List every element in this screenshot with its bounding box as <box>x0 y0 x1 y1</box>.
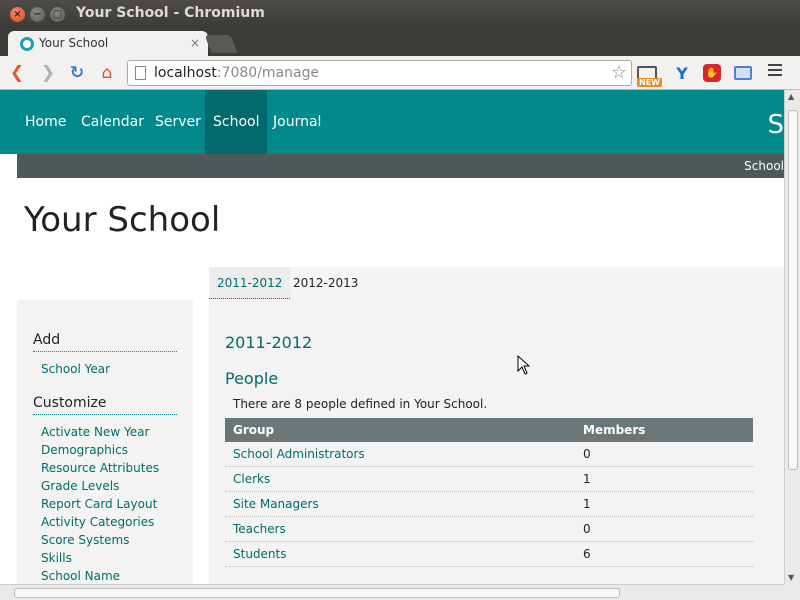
close-tab-icon[interactable]: × <box>190 36 200 50</box>
page-icon <box>135 66 146 80</box>
reload-icon[interactable]: ↻ <box>66 62 88 84</box>
tab-strip: Your School × <box>0 28 800 57</box>
new-badge: NEW <box>637 78 662 87</box>
column-header-members: Members <box>583 423 646 437</box>
table-row: Teachers 0 <box>225 517 753 542</box>
new-extension-icon[interactable]: NEW <box>637 63 662 87</box>
year-heading: 2011-2012 <box>225 333 313 352</box>
sidebar-item-school-name[interactable]: School Name <box>41 569 120 583</box>
sidebar-item-resource-attributes[interactable]: Resource Attributes <box>41 461 159 475</box>
group-link[interactable]: Students <box>233 547 287 561</box>
new-tab-button[interactable] <box>204 35 238 53</box>
address-bar[interactable]: localhost:7080/manage ☆ <box>127 60 632 86</box>
stop-extension-icon[interactable]: ✋ <box>702 63 722 83</box>
tab-2012-2013[interactable]: 2012-2013 <box>285 267 366 299</box>
nav-journal[interactable]: Journal <box>265 90 329 154</box>
menu-icon[interactable] <box>768 64 782 79</box>
back-arrow-icon[interactable]: ❮ <box>6 62 28 84</box>
people-table: Group Members School Administrators 0 Cl… <box>225 418 753 567</box>
window-titlebar: × − □ Your School - Chromium <box>0 0 800 28</box>
people-description: There are 8 people defined in Your Schoo… <box>233 397 488 411</box>
subbar-text[interactable]: School <box>744 159 784 173</box>
url-text: localhost:7080/manage <box>154 65 319 81</box>
horizontal-scroll-thumb[interactable] <box>14 588 620 598</box>
group-link[interactable]: Teachers <box>233 522 286 536</box>
favicon-icon <box>20 37 34 51</box>
group-link[interactable]: Clerks <box>233 472 270 486</box>
horizontal-scrollbar[interactable] <box>0 584 784 600</box>
member-count: 6 <box>583 547 591 561</box>
tab-2011-2012[interactable]: 2011-2012 <box>209 267 291 299</box>
sidebar-item-grade-levels[interactable]: Grade Levels <box>41 479 119 493</box>
page-title: Your School <box>24 200 221 240</box>
group-link[interactable]: Site Managers <box>233 497 319 511</box>
window-title: Your School - Chromium <box>76 5 265 21</box>
vertical-scrollbar[interactable]: ▲ ▼ <box>784 90 800 584</box>
mouse-cursor-icon <box>517 355 531 375</box>
forward-arrow-icon[interactable]: ❯ <box>37 62 59 84</box>
sidebar-item-school-year[interactable]: School Year <box>41 362 110 376</box>
main-content: 2011-2012 People There are 8 people defi… <box>209 299 784 584</box>
table-row: Site Managers 1 <box>225 492 753 517</box>
group-link[interactable]: School Administrators <box>233 447 365 461</box>
sidebar-item-demographics[interactable]: Demographics <box>41 443 128 457</box>
url-path: :7080/manage <box>216 65 320 81</box>
member-count: 0 <box>583 522 591 536</box>
scroll-down-icon[interactable]: ▼ <box>788 573 794 582</box>
browser-tab[interactable]: Your School × <box>8 31 208 57</box>
url-host: localhost <box>154 65 217 81</box>
sidebar-customize-heading: Customize <box>33 395 177 415</box>
sidebar-item-skills[interactable]: Skills <box>41 551 72 565</box>
scroll-up-icon[interactable]: ▲ <box>788 92 794 101</box>
column-header-group: Group <box>233 423 275 437</box>
bookmark-star-icon[interactable]: ☆ <box>611 62 627 83</box>
sidebar: Add School Year Customize Activate New Y… <box>17 300 193 584</box>
scrollbar-corner <box>784 584 800 600</box>
member-count: 1 <box>583 497 591 511</box>
browser-toolbar: ❮ ❯ ↻ ⌂ localhost:7080/manage ☆ NEW Y ✋ <box>0 56 800 90</box>
table-row: School Administrators 0 <box>225 442 753 467</box>
tab-title: Your School <box>39 36 109 50</box>
nav-school[interactable]: School <box>205 90 268 154</box>
vertical-scroll-thumb[interactable] <box>788 110 798 470</box>
maximize-window-button[interactable]: □ <box>50 7 65 22</box>
table-header: Group Members <box>225 418 753 442</box>
sidebar-item-activity-categories[interactable]: Activity Categories <box>41 515 154 529</box>
people-heading: People <box>225 369 279 388</box>
member-count: 0 <box>583 447 591 461</box>
nav-server[interactable]: Server <box>147 90 209 154</box>
site-nav: Home Calendar Server School Journal S <box>0 90 784 154</box>
sidebar-item-score-systems[interactable]: Score Systems <box>41 533 129 547</box>
minimize-window-button[interactable]: − <box>30 7 45 22</box>
close-window-button[interactable]: × <box>10 7 25 22</box>
nav-calendar[interactable]: Calendar <box>73 90 152 154</box>
site-brand: S <box>767 110 784 140</box>
sidebar-item-activate-new-year[interactable]: Activate New Year <box>41 425 149 439</box>
year-tabs: 2011-2012 2012-2013 <box>209 267 784 299</box>
page-viewport: Home Calendar Server School Journal S Sc… <box>0 90 784 584</box>
photo-extension-icon[interactable] <box>733 63 753 83</box>
y-extension-icon[interactable]: Y <box>672 63 692 83</box>
sidebar-item-report-card-layout[interactable]: Report Card Layout <box>41 497 157 511</box>
table-row: Clerks 1 <box>225 467 753 492</box>
home-icon[interactable]: ⌂ <box>96 62 118 84</box>
member-count: 1 <box>583 472 591 486</box>
sub-bar: School <box>17 154 784 178</box>
table-row: Students 6 <box>225 542 753 567</box>
sidebar-add-heading: Add <box>33 332 177 352</box>
nav-home[interactable]: Home <box>17 90 74 154</box>
